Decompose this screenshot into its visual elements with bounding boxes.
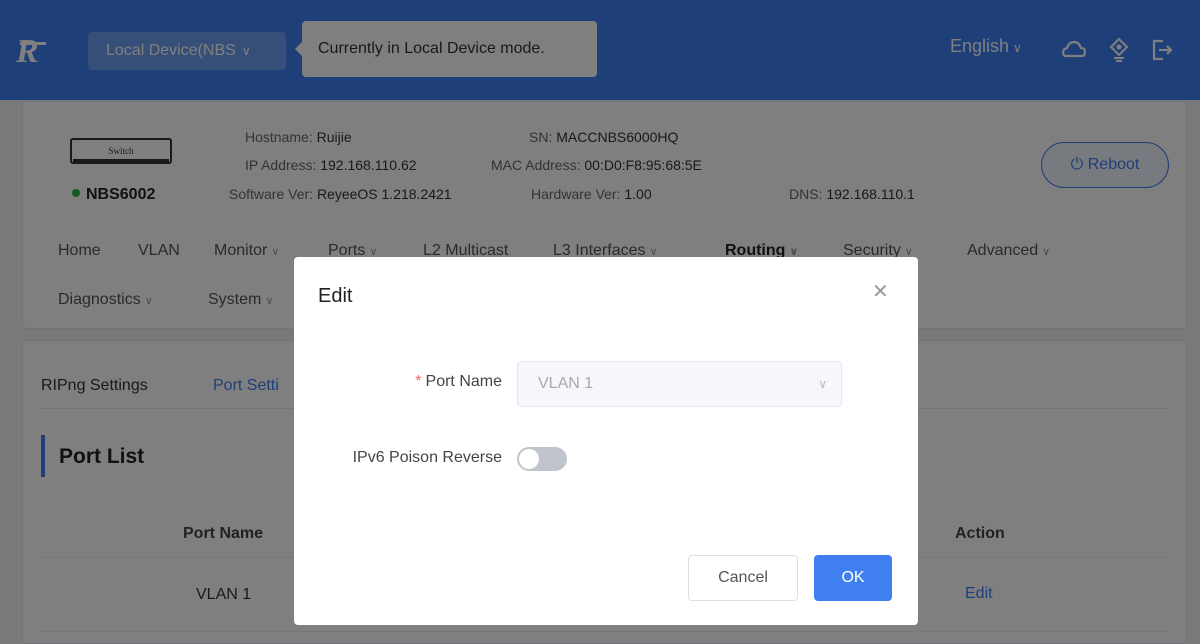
cancel-button[interactable]: Cancel [688,555,798,601]
port-name-select[interactable]: VLAN 1 ∨ [517,361,842,407]
required-asterisk: * [415,373,422,390]
close-icon[interactable]: ✕ [872,279,889,304]
port-name-label-text: Port Name [425,373,502,390]
chevron-down-icon: ∨ [818,377,827,391]
port-name-label: * Port Name [415,373,502,391]
toggle-knob [519,449,539,469]
ok-button[interactable]: OK [814,555,892,601]
dialog-title: Edit [318,285,353,307]
edit-dialog: Edit ✕ * Port Name VLAN 1 ∨ IPv6 Poison R… [294,257,918,625]
poison-reverse-toggle[interactable] [517,447,567,471]
poison-reverse-label: IPv6 Poison Reverse [352,449,502,466]
port-name-select-value: VLAN 1 [538,375,594,392]
